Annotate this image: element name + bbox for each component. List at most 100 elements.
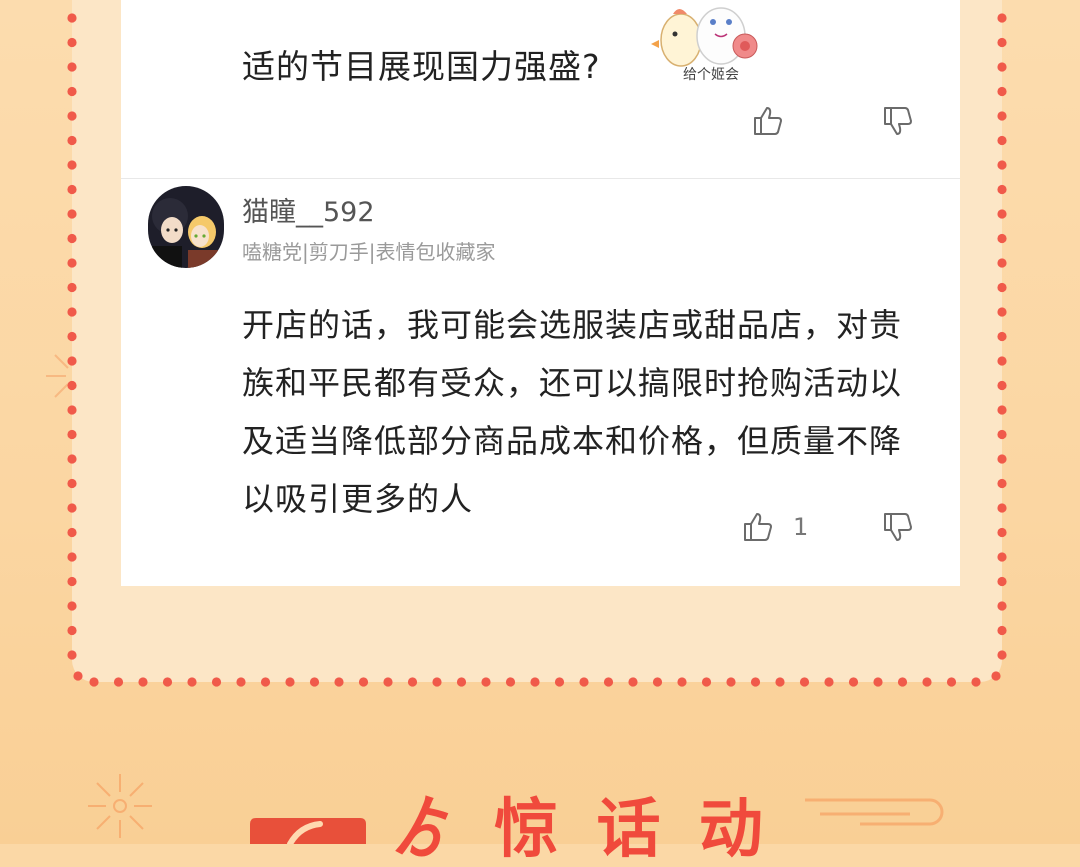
border-dot [67, 160, 77, 170]
border-dot [67, 111, 77, 121]
border-dot [971, 677, 981, 687]
border-dot [67, 258, 77, 268]
border-dot [997, 209, 1007, 219]
avatar[interactable] [148, 186, 224, 268]
border-dot [997, 37, 1007, 48]
border-dot [67, 282, 77, 293]
border-dot [628, 677, 638, 687]
border-dot [824, 677, 834, 687]
border-dot [383, 677, 393, 687]
comment-dislike [881, 510, 915, 544]
user-tags: 嗑糖党|剪刀手|表情包收藏家 [242, 240, 496, 264]
border-dot [997, 13, 1007, 23]
border-dot [67, 135, 77, 146]
comment-actions: 1 [741, 510, 808, 544]
banner-title: ゟ 惊 话 动 [392, 793, 771, 867]
border-dot [67, 429, 77, 440]
border-dot [997, 282, 1007, 293]
border-dot [505, 677, 516, 687]
border-dot [997, 429, 1007, 440]
border-dot [530, 677, 540, 687]
border-dot [997, 503, 1007, 513]
border-dot [113, 677, 124, 687]
border-dot [67, 331, 77, 342]
border-dot [873, 677, 883, 687]
sticker-caption: 给个姬会 [683, 67, 739, 82]
border-dot [67, 478, 77, 489]
border-dot [579, 677, 589, 687]
border-dot [997, 86, 1007, 97]
border-dot [407, 677, 418, 687]
logo-badge-icon [250, 818, 366, 844]
border-dot [922, 677, 932, 687]
comment-card: 适的节目展现国力强盛? 给个姬会 猫瞳__592 嗑糖党|剪刀手|表情包收藏家 … [121, 0, 960, 586]
border-dot [67, 13, 77, 23]
border-dot [285, 677, 295, 687]
border-dot [997, 601, 1007, 611]
border-dot [997, 478, 1007, 489]
border-dot [997, 380, 1007, 391]
username[interactable]: 猫瞳__592 [242, 190, 375, 229]
border-dot [848, 677, 859, 687]
border-dot [991, 671, 1001, 681]
border-dot [67, 576, 77, 587]
border-dot [67, 601, 77, 611]
border-dot [897, 677, 908, 687]
comment-actions [751, 104, 785, 138]
border-dot [997, 576, 1007, 587]
border-dot [997, 650, 1007, 660]
border-dot [358, 677, 369, 687]
border-dot [997, 552, 1007, 562]
border-dot [89, 677, 99, 687]
border-dot [67, 233, 77, 244]
border-dot [997, 625, 1007, 636]
thumbs-down-icon[interactable] [881, 104, 915, 138]
thumbs-up-icon[interactable] [751, 104, 785, 138]
border-dot [187, 677, 197, 687]
border-dot [701, 677, 712, 687]
comment-text: 适的节目展现国力强盛? [242, 47, 601, 86]
border-dot [775, 677, 785, 687]
border-dot [236, 677, 246, 687]
border-dot [997, 233, 1007, 244]
border-dot [67, 625, 77, 636]
border-dot [67, 307, 77, 317]
border-dot [997, 307, 1007, 317]
border-dot [997, 454, 1007, 464]
border-dot [997, 184, 1007, 195]
border-dot [997, 356, 1007, 366]
border-dot [67, 184, 77, 195]
border-dot [997, 62, 1007, 72]
border-dot [67, 503, 77, 513]
thumbs-up-icon[interactable] [741, 510, 775, 544]
border-dot [67, 650, 77, 660]
border-dot [554, 677, 565, 687]
border-dot [481, 677, 491, 687]
border-dot [799, 677, 810, 687]
border-dot [67, 62, 77, 72]
border-dot [997, 527, 1007, 538]
border-dot [456, 677, 467, 687]
border-dot [67, 552, 77, 562]
border-dot [67, 209, 77, 219]
border-dot [67, 527, 77, 538]
border-dot [603, 677, 614, 687]
border-dot [677, 677, 687, 687]
border-dot [67, 356, 77, 366]
border-dot [162, 677, 173, 687]
border-dot [726, 677, 736, 687]
border-dot [67, 86, 77, 97]
border-dot [997, 160, 1007, 170]
comment-dislike [881, 104, 915, 138]
comment-item: 适的节目展现国力强盛? 给个姬会 [121, 0, 960, 178]
thumbs-down-icon[interactable] [881, 510, 915, 544]
border-dot [138, 677, 148, 687]
border-dot [67, 37, 77, 48]
border-dot [334, 677, 344, 687]
border-dot [750, 677, 761, 687]
border-dot [73, 671, 83, 681]
border-dot [997, 331, 1007, 342]
chicken-sticker-icon: 给个姬会 [651, 7, 758, 82]
border-dot [652, 677, 663, 687]
border-dot [997, 258, 1007, 268]
